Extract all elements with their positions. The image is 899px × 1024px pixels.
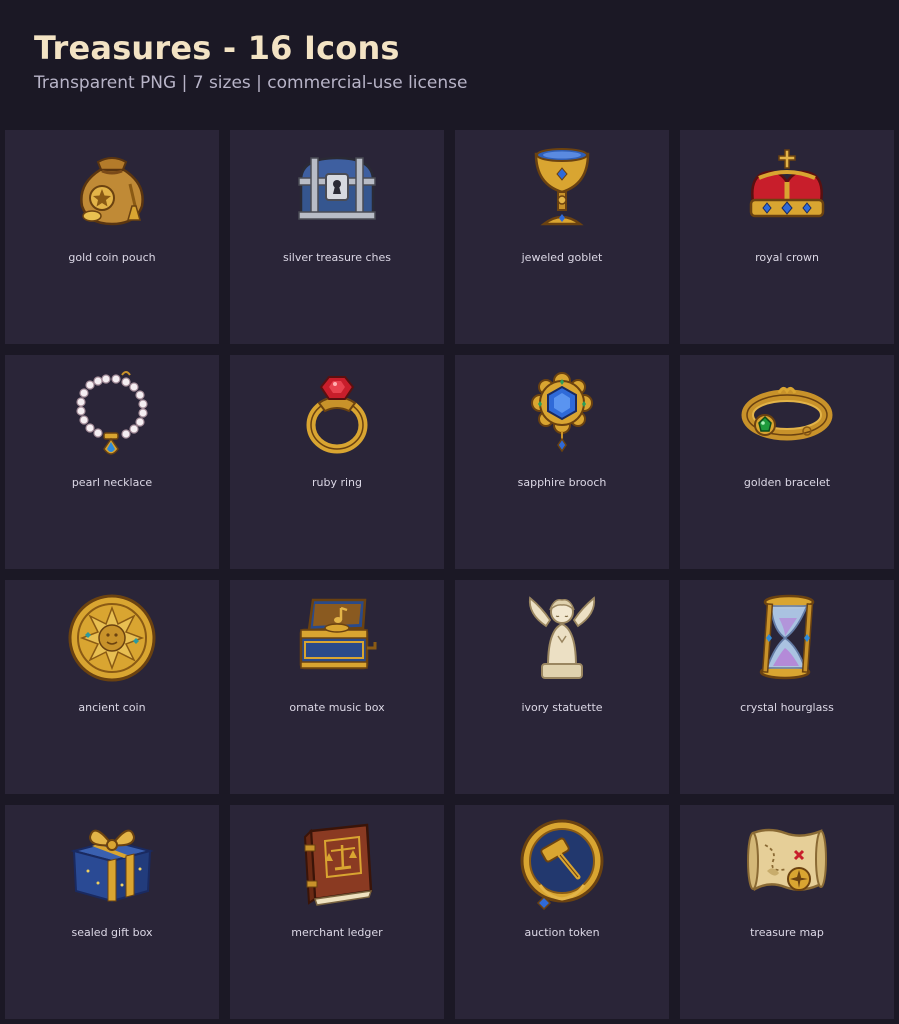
icon-card[interactable]: pearl necklace	[5, 355, 219, 569]
icon-label: merchant ledger	[291, 926, 383, 939]
icon-card[interactable]: jeweled goblet	[455, 130, 669, 344]
icon-label: ivory statuette	[521, 701, 603, 714]
page-subtitle: Transparent PNG | 7 sizes | commercial-u…	[34, 73, 468, 93]
golden-bracelet-icon	[739, 365, 835, 461]
icon-card[interactable]: silver treasure ches	[230, 130, 444, 344]
icon-label: golden bracelet	[743, 476, 831, 489]
icon-card[interactable]: merchant ledger	[230, 805, 444, 1019]
icon-label: ornate music box	[289, 701, 385, 714]
ruby-ring-icon	[289, 365, 385, 461]
icon-card[interactable]: royal crown	[680, 130, 894, 344]
page-header: Treasures - 16 Icons Transparent PNG | 7…	[34, 28, 874, 94]
icon-label: sealed gift box	[71, 926, 153, 939]
treasure-map-icon	[739, 815, 835, 911]
crown-icon	[739, 140, 835, 236]
icon-card[interactable]: golden bracelet	[680, 355, 894, 569]
ledger-book-icon	[289, 815, 385, 911]
gavel-token-icon	[514, 815, 610, 911]
icon-card[interactable]: gold coin pouch	[5, 130, 219, 344]
icon-label: ruby ring	[311, 476, 362, 489]
icon-card[interactable]: ancient coin	[5, 580, 219, 794]
treasure-chest-icon	[289, 140, 385, 236]
icon-grid: gold coin pouch silver treasure ches jew…	[5, 130, 894, 1019]
pearl-necklace-icon	[64, 365, 160, 461]
gift-box-icon	[64, 815, 160, 911]
gold-coin-pouch-icon	[64, 140, 160, 236]
icon-label: jeweled goblet	[521, 251, 603, 264]
page-title: Treasures - 16 Icons	[34, 29, 400, 67]
icon-card[interactable]: sealed gift box	[5, 805, 219, 1019]
music-box-icon	[289, 590, 385, 686]
icon-card[interactable]: ornate music box	[230, 580, 444, 794]
icon-label: auction token	[524, 926, 600, 939]
icon-card[interactable]: ruby ring	[230, 355, 444, 569]
goblet-icon	[514, 140, 610, 236]
icon-card[interactable]: ivory statuette	[455, 580, 669, 794]
icon-card[interactable]: treasure map	[680, 805, 894, 1019]
icon-label: silver treasure ches	[282, 251, 391, 264]
icon-card[interactable]: auction token	[455, 805, 669, 1019]
angel-statuette-icon	[514, 590, 610, 686]
icon-label: crystal hourglass	[740, 701, 834, 714]
icon-label: treasure map	[750, 926, 824, 939]
icon-card[interactable]: sapphire brooch	[455, 355, 669, 569]
hourglass-icon	[739, 590, 835, 686]
icon-label: ancient coin	[78, 701, 146, 714]
icon-label: sapphire brooch	[517, 476, 607, 489]
icon-card[interactable]: crystal hourglass	[680, 580, 894, 794]
ancient-coin-icon	[64, 590, 160, 686]
icon-label: royal crown	[755, 251, 819, 264]
icon-label: pearl necklace	[71, 476, 153, 489]
sapphire-brooch-icon	[514, 365, 610, 461]
icon-label: gold coin pouch	[68, 251, 156, 264]
